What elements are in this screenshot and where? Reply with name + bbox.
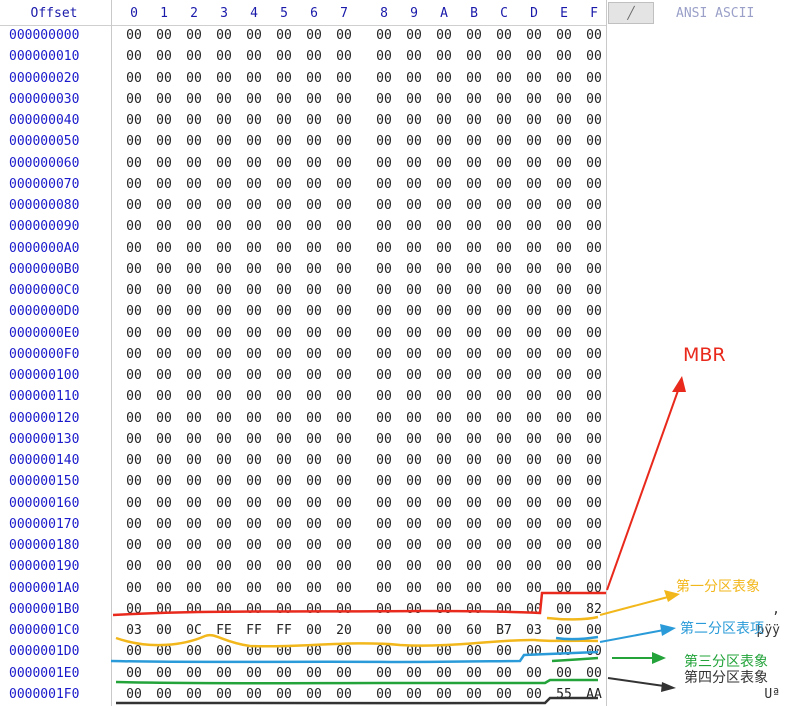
partition1-outline [115,633,599,648]
partition2-arrow-line [599,629,665,643]
mbr-outline [112,591,606,617]
partition4-label: 第四分区表象 [684,670,768,686]
partition1-label: 第一分区表象 [676,579,760,595]
partition2-arrowhead [660,624,676,636]
mbr-arrowhead [672,376,686,392]
partition1-arrow-line [599,596,669,616]
annotation-layer [110,376,686,705]
partition2-outline [110,650,599,664]
partition2-label: 第二分区表项 [680,621,764,637]
partition4-arrowhead [661,682,676,692]
partition1-underline [546,615,599,621]
partition4-arrow-line [607,677,665,687]
partition3-arrowhead [652,652,666,664]
mbr-arrow-line [606,384,681,591]
partition3-underline [551,656,599,663]
partition4-outline [115,696,598,705]
mbr-label: MBR [683,344,726,366]
hex-editor: Offset 0123456789ABCDEF ╱ ANSI ASCII 000… [0,0,798,706]
partition3-outline [115,678,598,685]
partition2-underline [555,635,599,641]
